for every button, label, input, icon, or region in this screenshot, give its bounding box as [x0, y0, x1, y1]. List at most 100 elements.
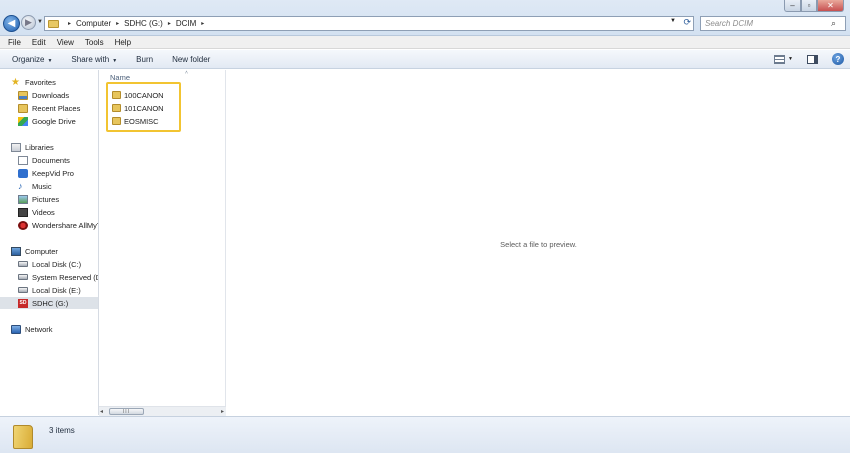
list-item[interactable]: 101CANON [112, 102, 164, 114]
keepvid-icon [18, 168, 28, 178]
folder-icon [112, 91, 121, 99]
organize-label: Organize [12, 54, 45, 64]
nav-item-google-drive[interactable]: Google Drive [18, 115, 76, 127]
nav-item-label: System Reserved (D:) [32, 272, 99, 282]
nav-item-keepvid[interactable]: KeepVid Pro [18, 167, 74, 179]
pictures-icon [18, 194, 28, 204]
search-icon[interactable]: ⌕ [831, 18, 845, 29]
list-item[interactable]: EOSMISC [112, 115, 159, 127]
list-item-label: 101CANON [124, 103, 164, 113]
details-pane: 3 items [0, 416, 850, 453]
menu-file[interactable]: File [8, 38, 21, 47]
nav-item-label: Pictures [32, 194, 60, 204]
recent-places-icon [18, 103, 28, 113]
address-bar[interactable]: ▸ Computer ▸ SDHC (G:) ▸ DCIM ▸ ▼ ⟳ [44, 16, 694, 31]
nav-item-music[interactable]: ♪ Music [18, 180, 52, 192]
close-button[interactable]: ✕ [817, 0, 844, 12]
libraries-icon [11, 142, 21, 152]
share-with-label: Share with [71, 54, 110, 64]
nav-item-documents[interactable]: Documents [18, 154, 70, 166]
nav-item-downloads[interactable]: Downloads [18, 89, 69, 101]
nav-item-sdhc[interactable]: SD SDHC (G:) [0, 297, 98, 309]
nav-computer-label: Computer [25, 246, 58, 256]
nav-item-label: SDHC (G:) [32, 298, 69, 308]
nav-item-label: Music [32, 181, 52, 191]
list-item-label: EOSMISC [124, 116, 159, 126]
breadcrumb-computer[interactable]: Computer [76, 19, 111, 28]
maximize-button[interactable]: ▫ [801, 0, 817, 12]
help-icon[interactable]: ? [832, 53, 844, 65]
nav-item-videos[interactable]: Videos [18, 206, 55, 218]
nav-item-label: Local Disk (E:) [32, 285, 81, 295]
google-drive-icon [18, 116, 28, 126]
menu-edit[interactable]: Edit [32, 38, 46, 47]
scroll-right-icon[interactable]: ▸ [221, 408, 224, 415]
nav-item-label: Google Drive [32, 116, 76, 126]
scrollbar-thumb[interactable]: III [109, 408, 144, 415]
menu-view[interactable]: View [57, 38, 74, 47]
minimize-button[interactable]: – [784, 0, 801, 12]
nav-item-local-disk-c[interactable]: Local Disk (C:) [18, 258, 81, 270]
change-view-icon[interactable] [774, 54, 786, 64]
item-count: 3 items [49, 426, 75, 435]
nav-favorites-label: Favorites [25, 77, 56, 87]
hard-drive-icon [18, 274, 28, 280]
breadcrumb-sdhc[interactable]: SDHC (G:) [124, 19, 163, 28]
nav-item-recent-places[interactable]: Recent Places [18, 102, 80, 114]
nav-item-system-reserved[interactable]: System Reserved (D:) [18, 271, 99, 283]
forward-button[interactable]: ▶ [21, 15, 36, 30]
organize-button[interactable]: Organize ▼ [12, 55, 52, 64]
nav-network[interactable]: Network [11, 323, 53, 335]
burn-button[interactable]: Burn [136, 55, 153, 64]
nav-item-label: Videos [32, 207, 55, 217]
nav-libraries[interactable]: Libraries [11, 141, 54, 153]
breadcrumb-separator[interactable]: ▸ [116, 20, 119, 27]
nav-item-label: Local Disk (C:) [32, 259, 82, 269]
file-list: Name ˄ 100CANON 101CANON EOSMISC [100, 70, 226, 406]
breadcrumb-separator[interactable]: ▸ [201, 20, 204, 27]
music-icon: ♪ [18, 180, 23, 191]
share-with-button[interactable]: Share with ▼ [71, 55, 117, 64]
downloads-folder-icon [18, 90, 28, 100]
back-button[interactable]: ◀ [3, 15, 20, 32]
search-input[interactable]: Search DCIM [705, 19, 831, 28]
menu-tools[interactable]: Tools [85, 38, 104, 47]
nav-item-local-disk-e[interactable]: Local Disk (E:) [18, 284, 81, 296]
breadcrumb-separator[interactable]: ▸ [68, 20, 71, 27]
nav-item-label: Downloads [32, 90, 70, 100]
breadcrumb-separator[interactable]: ▸ [168, 20, 171, 27]
folder-icon [13, 425, 33, 449]
nav-network-label: Network [25, 324, 53, 334]
address-dropdown-icon[interactable]: ▼ [670, 18, 676, 24]
breadcrumb-dcim[interactable]: DCIM [176, 19, 196, 28]
scroll-left-icon[interactable]: ◂ [100, 408, 103, 415]
star-icon: ★ [11, 76, 20, 88]
nav-item-pictures[interactable]: Pictures [18, 193, 59, 205]
preview-pane-icon[interactable] [807, 54, 818, 64]
column-header-name[interactable]: Name [110, 73, 130, 82]
search-box[interactable]: Search DCIM ⌕ [700, 16, 846, 31]
sd-card-icon: SD [18, 298, 28, 308]
list-item-label: 100CANON [124, 90, 164, 100]
new-folder-button[interactable]: New folder [172, 55, 210, 64]
nav-item-wondershare[interactable]: Wondershare AllMyTube [18, 219, 98, 231]
nav-item-label: Recent Places [32, 103, 81, 113]
title-bar: – ▫ ✕ ◀ ▶ ▼ ▸ Computer ▸ SDHC (G:) ▸ DCI… [0, 0, 850, 36]
nav-favorites[interactable]: ★ Favorites [11, 76, 56, 88]
nav-computer[interactable]: Computer [11, 245, 58, 257]
list-item[interactable]: 100CANON [112, 89, 164, 101]
view-options-dropdown[interactable]: ▼ [788, 56, 793, 62]
network-icon [11, 324, 21, 334]
preview-message: Select a file to preview. [500, 240, 577, 249]
sort-ascending-icon: ˄ [185, 70, 188, 76]
menu-help[interactable]: Help [115, 38, 131, 47]
folder-icon [48, 19, 59, 28]
computer-icon [11, 246, 21, 256]
horizontal-scrollbar[interactable]: ◂ III ▸ [99, 406, 226, 416]
window-controls: – ▫ ✕ [784, 0, 844, 12]
menu-bar: File Edit View Tools Help [0, 36, 850, 49]
refresh-icon[interactable]: ⟳ [683, 17, 691, 28]
chevron-down-icon: ▼ [47, 57, 53, 64]
nav-item-label: Documents [32, 155, 70, 165]
recent-pages-dropdown[interactable]: ▼ [37, 19, 43, 25]
